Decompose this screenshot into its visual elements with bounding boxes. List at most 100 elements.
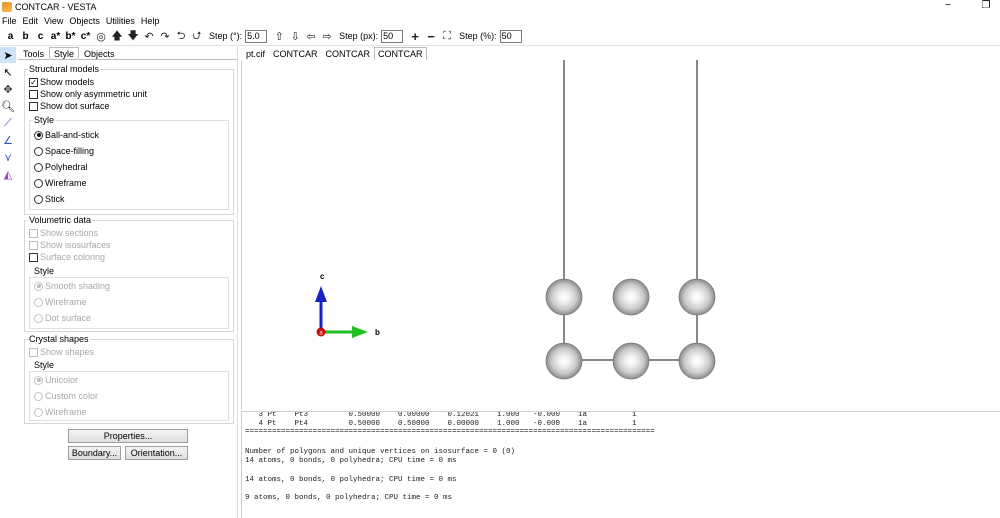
show-dot-row[interactable]: Show dot surface [29,101,110,111]
step-pct-label: Step (%): [459,31,497,41]
step-deg-input[interactable] [245,29,268,43]
view-a-star-button[interactable]: a* [48,31,63,42]
vol-wireframe-label: Wireframe [45,297,87,307]
console-line: 3 Pt Pt3 0.50000 0.00000 0.12021 1.000 -… [245,411,637,419]
vol-wireframe-row: Wireframe [34,297,87,307]
style-wireframe-row[interactable]: Wireframe [34,178,87,188]
view-c-button[interactable]: c [33,31,48,42]
show-asym-row[interactable]: Show only asymmetric unit [29,89,147,99]
pt-atom[interactable] [612,278,650,316]
rotate-right-icon[interactable]: ↷ [157,28,173,44]
crystal-wireframe-radio [34,407,43,417]
rotate-cw-icon[interactable]: ⮍ [189,28,205,44]
document-tabs: pt.cif CONTCAR CONTCAR CONTCAR [242,47,427,60]
console-line: 9 atoms, 0 bonds, 0 polyhedra; CPU time … [245,494,453,502]
minimize-button[interactable]: − [942,0,954,11]
pt-atom[interactable] [678,278,716,316]
output-console[interactable]: 3 Pt Pt3 0.50000 0.00000 0.12021 1.000 -… [241,411,1000,518]
step-px-input[interactable] [381,29,404,43]
rotate-pointer-icon[interactable]: ↖ [0,64,16,80]
distance-icon[interactable]: ⟋ [0,115,16,131]
maximize-button[interactable]: ❐ [980,0,992,11]
menu-help[interactable]: Help [141,16,160,26]
crystal-shapes-group: Crystal shapes Show shapes Style Unicolo… [24,334,234,424]
structural-models-title: Structural models [28,64,101,74]
style-stick-row[interactable]: Stick [34,194,65,204]
style-space-filling-row[interactable]: Space-filling [34,146,94,156]
fit-to-window-icon[interactable]: ⛶ [439,28,455,44]
menu-objects[interactable]: Objects [69,16,100,26]
rotate-ccw-icon[interactable]: ⮌ [173,28,189,44]
doc-tab-contcar-1[interactable]: CONTCAR [269,47,322,60]
show-dot-checkbox[interactable] [29,101,38,111]
menu-file[interactable]: File [2,16,17,26]
show-asym-checkbox[interactable] [29,89,38,99]
boundary-button[interactable]: Boundary... [68,446,121,460]
zoom-out-icon[interactable]: − [423,28,439,44]
style-ball-and-stick-row[interactable]: Ball-and-stick [34,130,99,140]
properties-button[interactable]: Properties... [68,429,188,443]
rotate-down-icon[interactable]: 🡇 [125,28,141,44]
space-filling-radio[interactable] [34,146,43,156]
console-line: Number of polygons and unique vertices o… [245,448,516,456]
pt-atom[interactable] [678,342,716,380]
orientation-button[interactable]: Orientation... [125,446,188,460]
translate-right-icon[interactable]: ⇨ [319,28,335,44]
axis-b-arrow [352,326,368,338]
crystal-wireframe-row: Wireframe [34,407,87,417]
menu-view[interactable]: View [44,16,63,26]
zoom-in-icon[interactable]: + [407,28,423,44]
view-b-button[interactable]: b [18,31,33,42]
style-polyhedral-row[interactable]: Polyhedral [34,162,88,172]
doc-tab-contcar-2[interactable]: CONTCAR [322,47,375,60]
move-icon[interactable]: ✥ [0,81,16,97]
unicolor-label: Unicolor [45,375,79,385]
view-a-button[interactable]: a [3,31,18,42]
vol-wireframe-radio [34,297,43,307]
surface-coloring-row[interactable]: Surface coloring [29,252,105,262]
menu-bar: File Edit View Objects Utilities Help [0,14,1000,27]
pt-atom[interactable] [545,278,583,316]
rotate-left-icon[interactable]: ↶ [141,28,157,44]
view-c-star-button[interactable]: c* [78,31,93,42]
show-shapes-row: Show shapes [29,347,94,357]
angle-icon[interactable]: ∠ [0,132,16,148]
globe-icon[interactable]: ◎ [93,28,109,44]
dot-surface-row: Dot surface [34,313,91,323]
translate-up-icon[interactable]: ⇧ [271,28,287,44]
menu-utilities[interactable]: Utilities [106,16,135,26]
view-b-star-button[interactable]: b* [63,31,78,42]
doc-tab-pt-cif[interactable]: pt.cif [242,47,269,60]
doc-tab-contcar-3[interactable]: CONTCAR [374,47,427,60]
axis-c-label: c [320,272,325,281]
show-models-row[interactable]: ✓ Show models [29,77,94,87]
surface-coloring-checkbox[interactable] [29,252,38,262]
pt-atom[interactable] [612,342,650,380]
crystal-wireframe-label: Wireframe [45,407,87,417]
menu-edit[interactable]: Edit [23,16,39,26]
magnify-icon[interactable]: 🔍︎ [0,98,16,114]
polyhedron-icon[interactable]: ◭ [0,166,16,182]
tab-objects[interactable]: Objects [79,47,120,59]
custom-color-label: Custom color [45,391,99,401]
rotate-up-icon[interactable]: 🡅 [109,28,125,44]
show-dot-label: Show dot surface [40,101,110,111]
tab-style[interactable]: Style [49,47,80,59]
atoms-group [545,278,716,380]
ball-and-stick-radio[interactable] [34,130,43,140]
console-line: 4 Pt Pt4 0.50000 0.50000 0.00000 1.000 -… [245,420,637,428]
select-pointer-icon[interactable]: ➤ [0,47,16,63]
structure-viewport[interactable]: a c b [241,60,1000,409]
stick-radio[interactable] [34,194,43,204]
translate-left-icon[interactable]: ⇦ [303,28,319,44]
dihedral-icon[interactable]: ⋎ [0,149,16,165]
wireframe-radio[interactable] [34,178,43,188]
step-pct-input[interactable] [499,29,522,43]
structure-canvas[interactable]: a c b [242,60,1000,409]
show-isosurfaces-label: Show isosurfaces [40,240,111,250]
polyhedral-radio[interactable] [34,162,43,172]
pt-atom[interactable] [545,342,583,380]
show-models-checkbox[interactable]: ✓ [29,77,38,87]
tab-tools[interactable]: Tools [18,47,49,59]
translate-down-icon[interactable]: ⇩ [287,28,303,44]
